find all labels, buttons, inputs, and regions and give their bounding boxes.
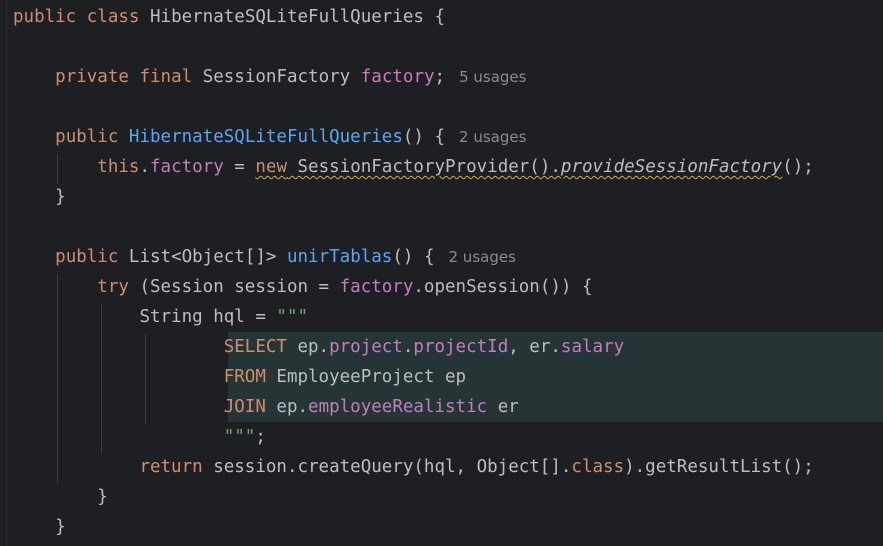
sql-keyword: FROM [223,367,266,387]
keyword: final [139,67,193,87]
method-call-warning[interactable]: provideSessionFactory [561,157,782,177]
string-literal: """ [276,307,309,327]
brace: } [97,487,108,507]
keyword: public [55,247,119,267]
constructor-name: HibernateSQLiteFullQueries [128,127,403,147]
type-name: SessionFactory [202,67,351,87]
type-name: List<Object[]> [128,247,277,267]
keyword: class [571,457,625,477]
code-line-13[interactable]: return session.createQuery(hql, Object[]… [13,452,883,482]
code-text: er [487,397,519,417]
constructor-call-warning[interactable]: SessionFactoryProvider(). [287,157,561,177]
code-line-10[interactable]: FROM EmployeeProject ep [13,362,883,392]
code-line-12[interactable]: """; [13,422,883,452]
brace: } [55,517,66,537]
sql-keyword: SELECT [223,337,287,357]
code-text: . [402,337,414,357]
string-literal: """ [223,427,256,447]
code-editor[interactable]: public class HibernateSQLiteFullQueries … [0,0,883,546]
code-text: ).getResultList(); [624,457,814,477]
field-name: salary [560,337,625,357]
brace: { [434,7,446,27]
keyword: return [139,457,203,477]
field-name: project [329,337,403,357]
code-text: , er. [508,337,561,357]
code-line-8[interactable]: String hql = """ [13,302,883,332]
code-text: .openSession()) { [413,277,593,297]
keyword-warning[interactable]: new [255,157,287,177]
code-line-14[interactable]: } [13,482,883,512]
brace: } [55,187,66,207]
sql-keyword: JOIN [223,397,266,417]
keyword: this [97,157,140,177]
code-text: String hql = [139,307,277,327]
keyword: private [55,67,129,87]
code-text: session.createQuery(hql, Object[]. [202,457,572,477]
assign: = [223,157,256,177]
usages-hint[interactable]: 2 usages [449,248,516,266]
semicolon: ; [434,67,446,87]
code-line-7[interactable]: try (Session session = factory.openSessi… [13,272,883,302]
field-name: projectId [413,337,509,357]
keyword: public [13,7,77,27]
code-line-5[interactable]: } [13,182,883,212]
code-text: (Session session = [128,277,340,297]
semicolon: ; [255,427,266,447]
editor-gutter [0,0,7,546]
field-name: employeeRealistic [308,397,488,417]
code-text: EmployeeProject ep [265,367,467,387]
keyword: public [55,127,119,147]
code-line-11[interactable]: JOIN ep.employeeRealistic er [13,392,883,422]
field-name: factory [339,277,414,297]
code-line-2[interactable]: private final SessionFactory factory; 5 u… [13,62,883,92]
code-text: ep. [286,337,330,357]
code-line-4[interactable]: this.factory = new SessionFactoryProvide… [13,152,883,182]
keyword: try [97,277,129,297]
class-name: HibernateSQLiteFullQueries [150,7,424,27]
code-line-15[interactable]: } [13,512,883,542]
field-name: factory [150,157,224,177]
code-line-9[interactable]: SELECT ep.project.projectId, er.salary [13,332,883,362]
field-name: factory [360,67,435,87]
method-name: unirTablas [286,247,393,267]
dot: . [139,157,150,177]
params: () { [392,247,435,267]
call-end: (); [782,157,814,177]
code-text: ep. [265,397,309,417]
usages-hint[interactable]: 5 usages [459,68,526,86]
code-line-6[interactable]: public List<Object[]> unirTablas() { 2 us… [13,242,883,272]
keyword: class [86,7,140,27]
params: () { [402,127,446,147]
code-line-1[interactable]: public class HibernateSQLiteFullQueries … [13,2,883,32]
code-line-3[interactable]: public HibernateSQLiteFullQueries() { 2 u… [13,122,883,152]
usages-hint[interactable]: 2 usages [459,128,526,146]
